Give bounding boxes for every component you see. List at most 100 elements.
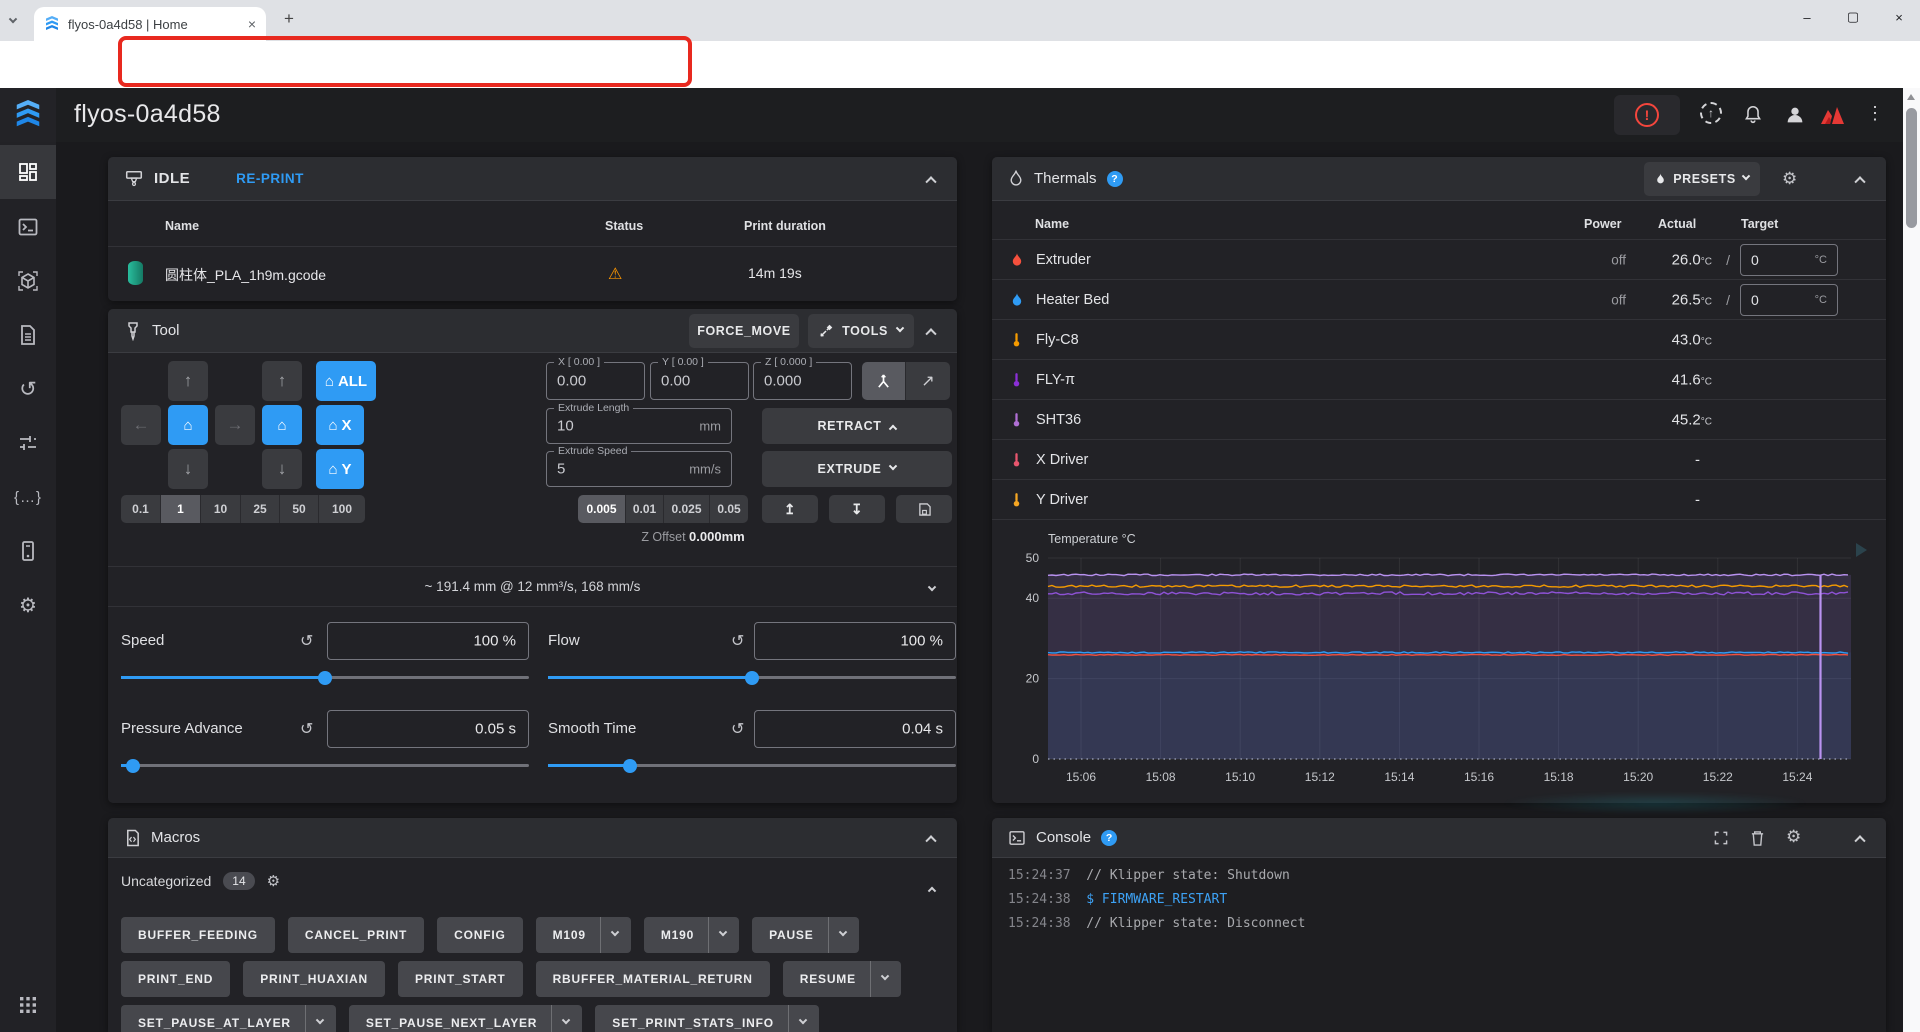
heater-bed-target-input[interactable]: 0 °C — [1740, 284, 1838, 316]
x-position-field[interactable]: X [ 0.00 ] 0.00 — [546, 362, 645, 400]
macro-config[interactable]: CONFIG — [437, 917, 522, 953]
sidebar-item-system[interactable] — [0, 524, 56, 578]
z-offset-step-group[interactable]: 0.005 0.01 0.025 0.05 — [578, 495, 748, 523]
thermal-row-sht36[interactable]: SHT36 45.2°C — [992, 400, 1886, 440]
jog-step-group[interactable]: 0.1 1 10 25 50 100 — [121, 495, 365, 523]
category-settings-gear-icon[interactable]: ⚙ — [267, 872, 280, 890]
retract-button[interactable]: RETRACT — [762, 408, 952, 444]
flow-slider-thumb[interactable] — [745, 671, 759, 685]
sidebar-item-jobs[interactable] — [0, 308, 56, 362]
home-all-button[interactable]: ⌂ALL — [316, 361, 376, 401]
z-step-0.05[interactable]: 0.05 — [710, 495, 748, 523]
smooth-time-field[interactable]: 0.04 s — [754, 710, 956, 748]
thermal-row-extruder[interactable]: Extruder off 26.0°C / 0 °C — [992, 240, 1886, 280]
jog-z-plus-button[interactable]: ↑ — [262, 361, 302, 401]
flow-value-field[interactable]: 100 % — [754, 622, 956, 660]
window-maximize-button[interactable]: ▢ — [1830, 0, 1876, 34]
smooth-time-slider[interactable] — [548, 764, 956, 767]
macro-print-start[interactable]: PRINT_START — [398, 961, 523, 997]
thermal-row-y-driver[interactable]: Y Driver - — [992, 480, 1886, 520]
extrude-length-field[interactable]: Extrude Length 10 mm — [546, 408, 732, 444]
temperature-chart[interactable]: 15:0615:0815:1015:1215:1415:1615:1815:20… — [1008, 527, 1886, 796]
speed-slider-thumb[interactable] — [318, 671, 332, 685]
z-step-0.025[interactable]: 0.025 — [664, 495, 710, 523]
macro-category-row[interactable]: Uncategorized 14 ⚙ — [121, 872, 280, 890]
thermal-row-fly-pi[interactable]: FLY-π 41.6°C — [992, 360, 1886, 400]
collapse-status-icon[interactable] — [927, 170, 935, 188]
fly-brand-logo[interactable] — [1820, 104, 1846, 126]
macro-resume[interactable]: RESUME — [783, 961, 901, 997]
extrude-speed-field[interactable]: Extrude Speed 5 mm/s — [546, 451, 732, 487]
thermals-settings-gear-icon[interactable]: ⚙ — [1782, 169, 1797, 189]
home-x-button[interactable]: ⌂X — [316, 405, 364, 445]
home-z-button[interactable]: ⌂ — [262, 405, 302, 445]
extruder-target-input[interactable]: 0 °C — [1740, 244, 1838, 276]
collapse-tool-icon[interactable] — [927, 322, 935, 340]
sidebar-item-gcode-preview[interactable] — [0, 254, 56, 308]
z-offset-up-button[interactable]: ↥ — [762, 495, 818, 523]
home-y-button[interactable]: ⌂Y — [316, 449, 364, 489]
macro-set-pause-next-layer[interactable]: SET_PAUSE_NEXT_LAYER — [349, 1005, 582, 1032]
z-position-field[interactable]: Z [ 0.000 ] 0.000 — [753, 362, 852, 400]
tools-dropdown-button[interactable]: TOOLS — [808, 314, 914, 348]
pressure-advance-slider[interactable] — [121, 764, 529, 767]
print-file-row[interactable]: 圆柱体_PLA_1h9m.gcode ⚠ 14m 19s — [108, 247, 957, 301]
macro-dropdown-icon[interactable] — [600, 917, 618, 953]
flow-estimate-text[interactable]: ~ 191.4 mm @ 12 mm³/s, 168 mm/s — [108, 579, 957, 594]
jog-step-0.1[interactable]: 0.1 — [121, 495, 161, 523]
user-icon[interactable] — [1784, 104, 1806, 126]
window-close-button[interactable]: × — [1876, 0, 1920, 34]
collapse-thermals-icon[interactable] — [1856, 170, 1864, 188]
absolute-position-icon[interactable] — [862, 362, 906, 400]
collapse-category-icon[interactable] — [929, 878, 935, 896]
z-step-0.005[interactable]: 0.005 — [578, 495, 626, 523]
tab-close-icon[interactable]: × — [248, 16, 256, 32]
jog-z-minus-button[interactable]: ↓ — [262, 449, 302, 489]
console-settings-gear-icon[interactable]: ⚙ — [1786, 827, 1801, 847]
emergency-stop-button[interactable]: ! — [1614, 95, 1680, 135]
macro-cancel-print[interactable]: CANCEL_PRINT — [288, 917, 424, 953]
jog-x-plus-button[interactable]: → — [215, 405, 255, 445]
macro-dropdown-icon[interactable] — [305, 1005, 323, 1032]
sidebar-item-configuration[interactable]: {…} — [0, 470, 56, 524]
browser-tab[interactable]: flyos-0a4d58 | Home × — [34, 7, 266, 41]
tab-search-icon[interactable] — [10, 12, 16, 30]
macro-rbuffer-material-return[interactable]: RBUFFER_MATERIAL_RETURN — [536, 961, 770, 997]
window-minimize-button[interactable]: – — [1784, 0, 1830, 34]
macro-print-huaxian[interactable]: PRINT_HUAXIAN — [243, 961, 385, 997]
presets-button[interactable]: PRESETS — [1644, 162, 1760, 196]
home-xy-button[interactable]: ⌂ — [168, 405, 208, 445]
flow-slider[interactable] — [548, 676, 956, 679]
scrollbar-thumb[interactable] — [1906, 108, 1917, 228]
jog-x-minus-button[interactable]: ← — [121, 405, 161, 445]
macro-dropdown-icon[interactable] — [788, 1005, 806, 1032]
sidebar-apps-button[interactable] — [0, 978, 56, 1032]
flow-reset-icon[interactable]: ↺ — [731, 631, 744, 651]
smooth-time-slider-thumb[interactable] — [623, 759, 637, 773]
thermal-row-x-driver[interactable]: X Driver - — [992, 440, 1886, 480]
reprint-button[interactable]: RE-PRINT — [236, 171, 304, 186]
upload-locate-icon[interactable]: ↑ — [1700, 102, 1722, 124]
pressure-advance-field[interactable]: 0.05 s — [327, 710, 529, 748]
relative-position-icon[interactable]: ↗ — [906, 362, 950, 400]
pressure-advance-reset-icon[interactable]: ↺ — [300, 719, 313, 739]
speed-slider[interactable] — [121, 676, 529, 679]
z-offset-down-button[interactable]: ↧ — [829, 495, 885, 523]
macro-m190[interactable]: M190 — [644, 917, 739, 953]
new-tab-button[interactable]: + — [284, 9, 294, 29]
macro-set-print-stats-info[interactable]: SET_PRINT_STATS_INFO — [595, 1005, 819, 1032]
position-mode-toggle[interactable]: ↗ — [862, 362, 950, 400]
macro-set-pause-at-layer[interactable]: SET_PAUSE_AT_LAYER — [121, 1005, 336, 1032]
z-offset-save-button[interactable] — [896, 495, 952, 523]
macro-dropdown-icon[interactable] — [870, 961, 888, 997]
scrollbar-up-arrow[interactable] — [1907, 94, 1915, 100]
macro-dropdown-icon[interactable] — [551, 1005, 569, 1032]
jog-step-50[interactable]: 50 — [280, 495, 319, 523]
z-step-0.01[interactable]: 0.01 — [626, 495, 664, 523]
macro-pause[interactable]: PAUSE — [752, 917, 858, 953]
macro-print-end[interactable]: PRINT_END — [121, 961, 230, 997]
sidebar-item-tune[interactable] — [0, 416, 56, 470]
jog-y-minus-button[interactable]: ↓ — [168, 449, 208, 489]
collapse-console-icon[interactable] — [1856, 829, 1864, 847]
smooth-time-reset-icon[interactable]: ↺ — [731, 719, 744, 739]
